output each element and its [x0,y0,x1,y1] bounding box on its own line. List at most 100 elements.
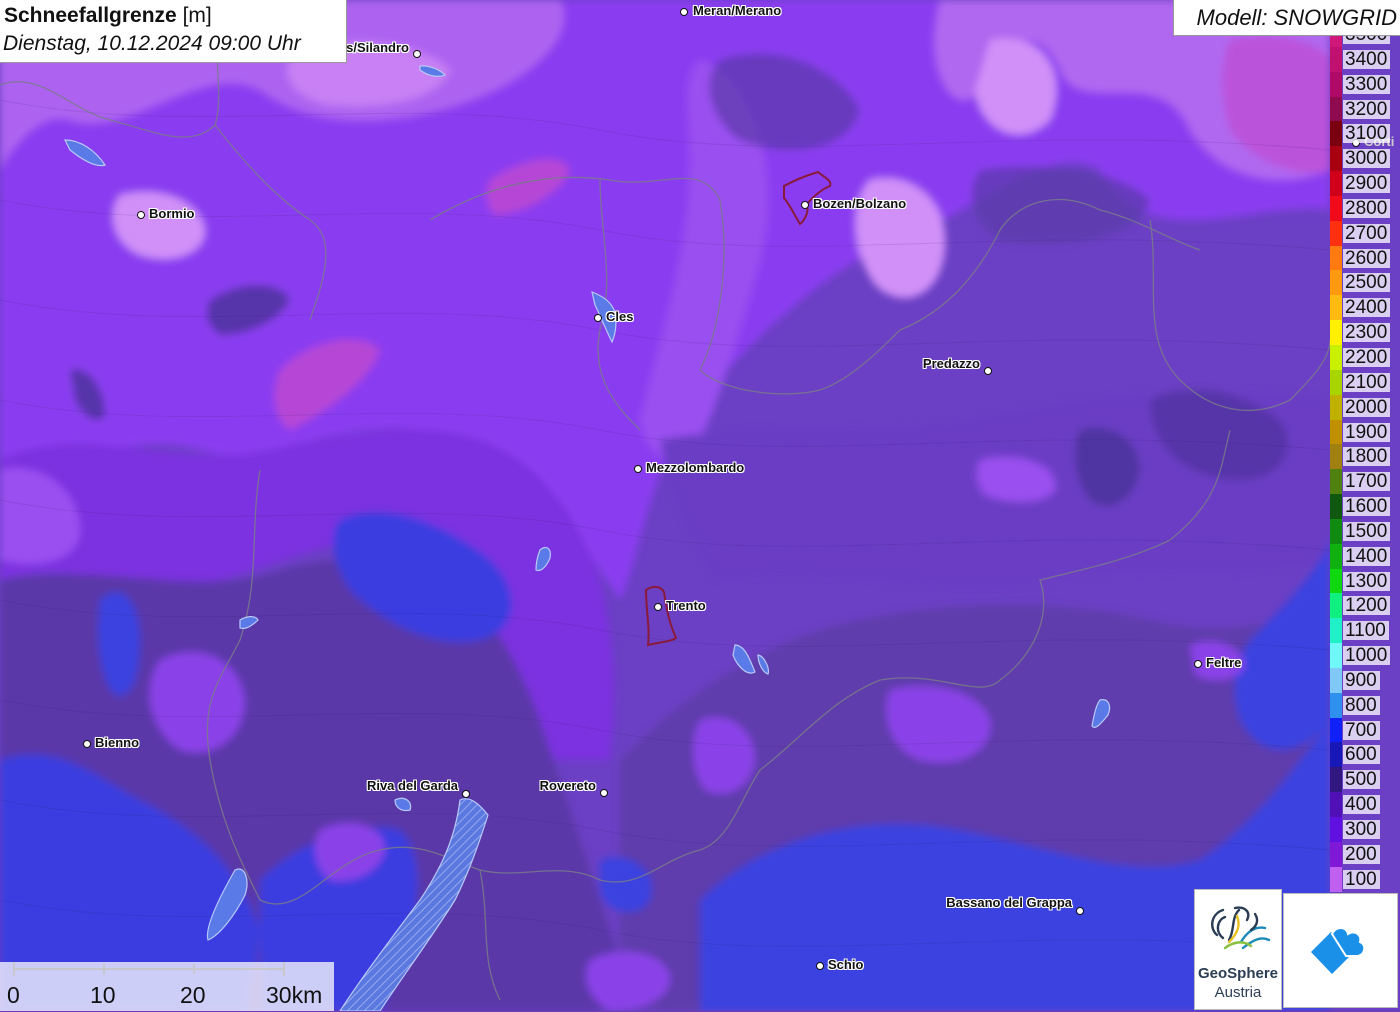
legend-label: 2100 [1343,372,1391,392]
legend-label: 600 [1343,745,1380,765]
legend-swatch [1330,792,1342,817]
legend-row: 3300 [1328,71,1400,97]
legend-label: 2700 [1343,223,1391,243]
legend-label: 800 [1343,695,1380,715]
place-label: Bassano del Grappa [946,895,1072,910]
place-dot [593,313,602,322]
legend-row: 400 [1328,792,1400,817]
place-label: Cles [606,309,634,324]
legend-swatch [1330,245,1342,271]
legend-label: 1000 [1343,646,1391,666]
legend-swatch [1330,817,1342,842]
place-dot [1193,659,1202,668]
legend-label: 2800 [1343,198,1391,218]
legend-swatch [1330,618,1342,644]
geosphere-country: Austria [1214,984,1262,1001]
legend-label: 2600 [1343,248,1391,268]
scale-label-20: 20 [180,982,206,1008]
legend-row: 2900 [1328,171,1400,196]
place-label: Predazzo [922,356,980,371]
legend-swatch [1330,96,1342,122]
legend-swatch [1330,71,1342,97]
legend-label: 1700 [1343,472,1391,492]
legend-row: 1600 [1328,494,1400,519]
place-label: Bozen/Bolzano [813,196,907,211]
legend-label: 300 [1343,820,1380,839]
place-label: Mezzolombardo [646,460,745,475]
scale-label-30: 30km [266,982,323,1008]
legend-label: 100 [1343,869,1380,889]
place-label: Feltre [1206,655,1242,670]
legend-row: 100 [1328,866,1400,892]
legend-label: 1800 [1343,447,1391,467]
app-logo[interactable] [1283,893,1398,1008]
legend-label: 2200 [1343,347,1391,367]
legend-swatch [1330,295,1342,321]
place-dot [599,788,608,797]
place-label: Meran/Merano [693,3,782,18]
scale-label-0: 0 [7,982,20,1008]
legend-label: 2000 [1343,397,1391,417]
place-dot [800,200,809,209]
legend-label: 2500 [1343,273,1391,293]
legend-swatch [1330,369,1342,395]
place-label: Riva del Garda [366,778,458,793]
legend-swatch [1330,667,1342,693]
legend-label: 500 [1343,770,1380,790]
legend-swatch [1330,518,1342,544]
legend-row: 200 [1328,841,1400,867]
legend-swatch [1330,121,1342,147]
legend-row: 1300 [1328,568,1400,594]
legend-swatch [1330,692,1342,718]
legend-label: 2900 [1343,174,1391,194]
legend-label: 700 [1343,720,1380,740]
legend-row: 800 [1328,692,1400,718]
legend-row: 900 [1328,667,1400,693]
legend-swatch [1330,171,1342,196]
place-dot [633,464,642,473]
place-dot [412,49,421,58]
legend-swatch [1330,494,1342,519]
legend-row: 2100 [1328,369,1400,395]
legend-label: 1100 [1343,621,1389,641]
legend-row: 700 [1328,717,1400,743]
legend-row: 3100 [1328,121,1400,147]
legend-swatch [1330,444,1342,470]
map-title-box: Schneefallgrenze [m] Dienstag, 10.12.202… [0,0,347,63]
legend-row: 2700 [1328,220,1400,246]
place-label: Schio [828,957,864,972]
legend-row: 2000 [1328,394,1400,420]
legend-label: 1600 [1343,497,1391,517]
legend-label: 1200 [1343,596,1391,616]
place-dot [1075,906,1084,915]
legend-row: 2300 [1328,320,1400,345]
place-dot [653,602,662,611]
weather-app-icon [1311,927,1366,974]
legend-swatch [1330,270,1342,296]
legend-row: 2800 [1328,195,1400,221]
legend-swatch [1330,643,1342,668]
scale-bar: 0 10 20 30km [0,962,334,1011]
legend-row: 600 [1328,742,1400,768]
legend-label: 3000 [1343,149,1391,169]
place-label: Trento [666,598,706,613]
legend-swatch [1330,543,1342,569]
place-dot [82,739,91,748]
legend-row: 1900 [1328,419,1400,445]
legend-row: 2400 [1328,295,1400,321]
legend-label: 2400 [1343,298,1391,318]
legend-row: 3400 [1328,46,1400,72]
legend-label: 3100 [1343,124,1391,144]
place-label: Bormio [149,206,195,221]
geosphere-logo[interactable]: GeoSphere Austria [1194,889,1282,1010]
legend-label: 3200 [1343,99,1391,119]
legend-row: 3200 [1328,96,1400,122]
place-dot [679,7,688,16]
legend-label: 1900 [1343,422,1391,442]
snowfall-line-map[interactable] [0,0,1400,1011]
place-label: s/Silandro [346,40,409,55]
legend-swatch [1330,742,1342,768]
legend-row: 1400 [1328,543,1400,569]
legend-row: 1700 [1328,469,1400,495]
place-label: Bienno [95,735,140,750]
